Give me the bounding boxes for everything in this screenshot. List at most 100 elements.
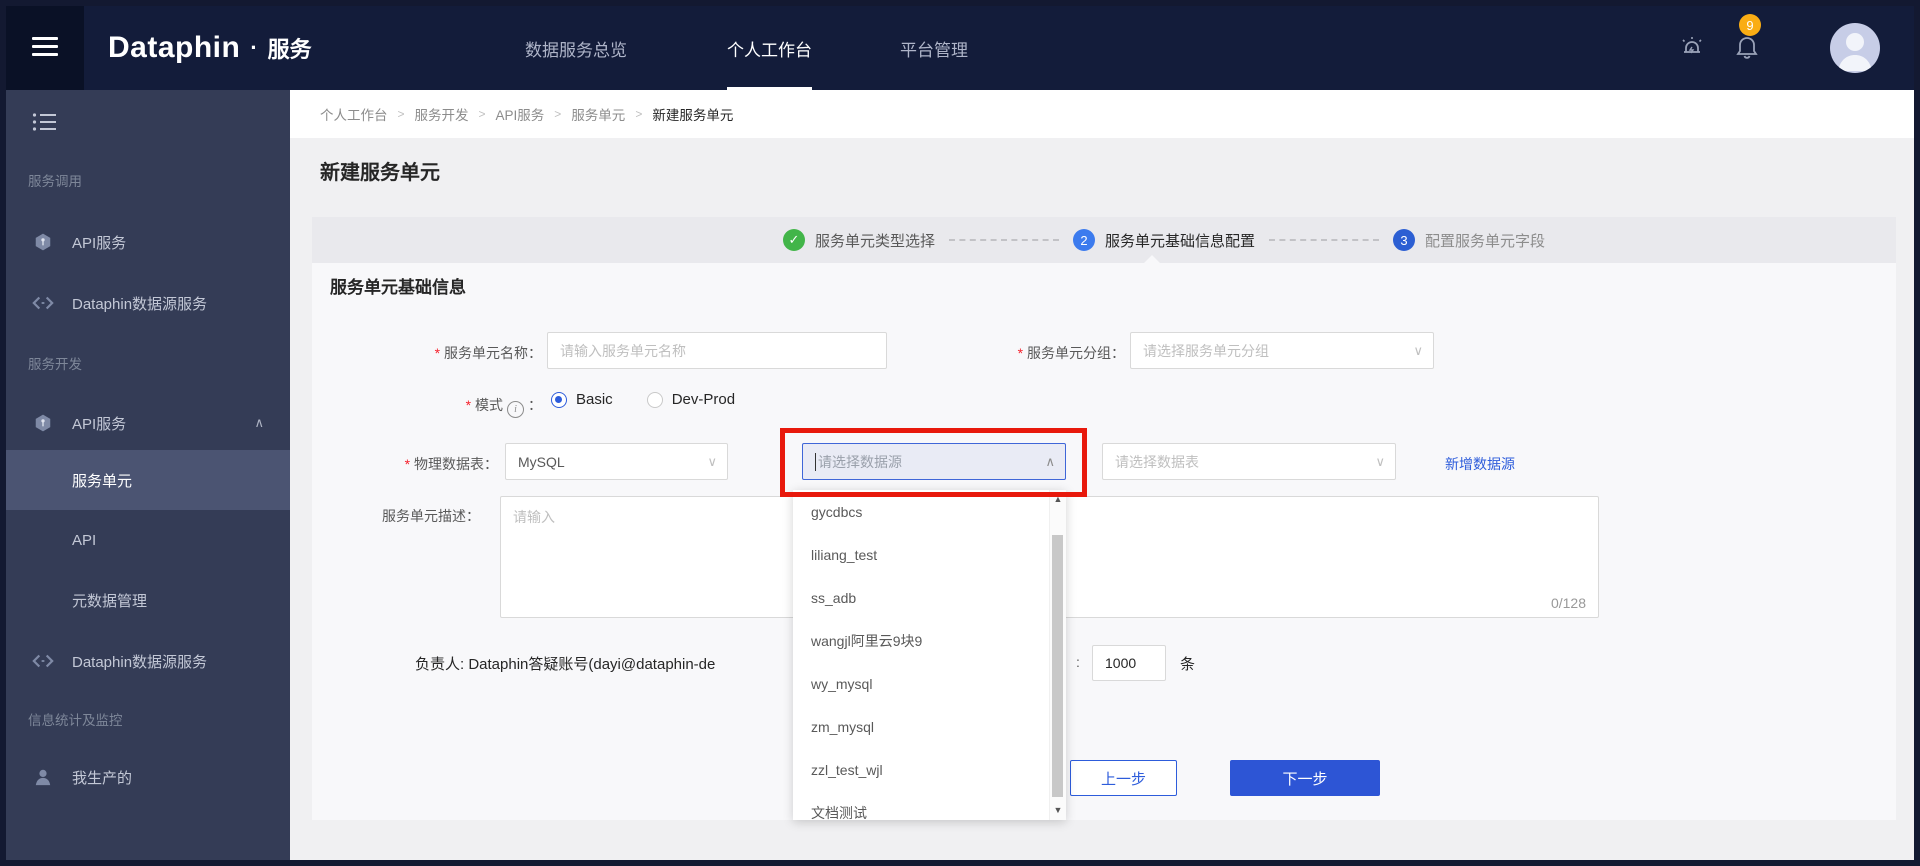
hamburger-menu-button[interactable]	[6, 6, 84, 90]
step-basic-info: 2 服务单元基础信息配置	[1072, 229, 1255, 251]
add-datasource-link[interactable]: 新增数据源	[1445, 454, 1515, 474]
limit-input[interactable]	[1092, 645, 1166, 681]
sidebar: 服务调用 API服务 Dataphin数据源服务 服务开发 API服务 ∧ 服务…	[6, 90, 290, 860]
breadcrumb-item[interactable]: 服务单元	[571, 104, 625, 124]
mode-colon: ：	[528, 397, 542, 413]
code-arrows-icon	[32, 650, 54, 672]
page-title: 新建服务单元	[320, 162, 440, 184]
step-type-selection: ✓ 服务单元类型选择	[782, 229, 935, 251]
screenshot-frame: Dataphin · 服务 数据服务总览 个人工作台 平台管理 9 服务调用 A…	[0, 0, 1920, 866]
datasource-dropdown-panel: gycdbcs liliang_test ss_adb wangjl阿里云9块9…	[793, 490, 1066, 820]
sidebar-item-label: Dataphin数据源服务	[72, 295, 208, 313]
sidebar-item-label: 元数据管理	[72, 592, 148, 610]
breadcrumb-item[interactable]: 服务开发	[415, 104, 469, 124]
sidebar-section-service-dev: 服务开发	[28, 357, 82, 372]
dropdown-option[interactable]: ss_adb	[793, 576, 1066, 619]
code-arrows-icon	[32, 292, 54, 314]
service-unit-group-select[interactable]: 请选择服务单元分组 ∨	[1130, 332, 1434, 369]
scroll-down-icon[interactable]: ▼	[1050, 805, 1066, 815]
step-label: 服务单元基础信息配置	[1104, 232, 1255, 250]
alarm-icon[interactable]	[1672, 28, 1712, 68]
dropdown-option[interactable]: zzl_test_wjl	[793, 748, 1066, 791]
mode-label: * 模式 i：	[342, 395, 542, 418]
breadcrumb-separator-icon: >	[397, 107, 405, 121]
sidebar-item-dataphin-datasource-dev[interactable]: Dataphin数据源服务	[6, 641, 290, 681]
chevron-down-icon: ∨	[1413, 342, 1423, 358]
service-unit-name-input[interactable]	[547, 332, 887, 369]
hamburger-icon	[32, 37, 58, 61]
db-type-value: MySQL	[518, 453, 565, 470]
sidebar-item-api[interactable]: API	[6, 520, 290, 560]
sidebar-item-label: 我生产的	[72, 769, 133, 787]
top-navbar: Dataphin · 服务 数据服务总览 个人工作台 平台管理 9	[6, 6, 1914, 90]
sidebar-item-label: Dataphin数据源服务	[72, 653, 208, 671]
scroll-up-icon[interactable]: ▲	[1050, 494, 1066, 504]
breadcrumb-item[interactable]: 个人工作台	[320, 104, 388, 124]
physical-table-label: 物理数据表：	[318, 454, 498, 474]
topnav-data-service-overview[interactable]: 数据服务总览	[525, 6, 627, 90]
sidebar-item-label: API服务	[72, 234, 127, 252]
step-label: 配置服务单元字段	[1425, 232, 1546, 250]
mode-label-text: 模式	[475, 397, 503, 413]
step-label: 服务单元类型选择	[814, 232, 935, 250]
next-step-button[interactable]: 下一步	[1230, 760, 1380, 796]
dropdown-option[interactable]: wangjl阿里云9块9	[793, 619, 1066, 662]
radio-basic-selected[interactable]	[551, 391, 567, 408]
sidebar-item-api-service-dev[interactable]: API服务 ∧	[6, 403, 290, 443]
sidebar-item-metadata[interactable]: 元数据管理	[6, 580, 290, 620]
prev-step-button[interactable]: 上一步	[1070, 760, 1177, 796]
notification-badge: 9	[1739, 14, 1761, 36]
breadcrumb-separator-icon: >	[554, 107, 562, 121]
steps-indicator: ✓ 服务单元类型选择 2 服务单元基础信息配置 3 配置服务单元字段	[312, 217, 1896, 263]
sidebar-item-service-unit[interactable]: 服务单元	[6, 450, 290, 510]
dropdown-option[interactable]: liliang_test	[793, 533, 1066, 576]
select-placeholder: 请选择数据表	[1115, 453, 1199, 470]
datasource-select[interactable]: 请选择数据源 ∧	[802, 443, 1066, 480]
sidebar-item-my-produced[interactable]: 我生产的	[6, 757, 290, 797]
chevron-down-icon: ∨	[1375, 453, 1385, 469]
radio-option-basic[interactable]: Basic	[551, 391, 613, 408]
user-avatar[interactable]	[1830, 23, 1880, 73]
radio-option-dev-prod[interactable]: Dev-Prod	[646, 391, 736, 408]
select-placeholder: 请选择数据源	[818, 453, 902, 470]
topnav-personal-workspace[interactable]: 个人工作台	[727, 6, 812, 90]
chevron-up-icon: ∧	[1045, 453, 1055, 469]
person-icon	[32, 766, 54, 788]
sidebar-item-label: 服务单元	[72, 472, 133, 490]
dropdown-option[interactable]: wy_mysql	[793, 662, 1066, 705]
alarm-icon-glyph	[1682, 37, 1702, 54]
datatable-select[interactable]: 请选择数据表 ∨	[1102, 443, 1396, 480]
api-hexagon-icon	[32, 231, 54, 253]
sidebar-item-api-service-call[interactable]: API服务	[6, 222, 290, 262]
chevron-up-icon: ∧	[254, 415, 264, 430]
owner-text: 负责人: Dataphin答疑账号(dayi@dataphin-de	[415, 656, 716, 673]
radio-dev-prod[interactable]	[646, 391, 663, 408]
dropdown-option[interactable]: zm_mysql	[793, 705, 1066, 748]
breadcrumb: 个人工作台 > 服务开发 > API服务 > 服务单元 > 新建服务单元	[290, 90, 1914, 138]
sidebar-collapse-button[interactable]	[28, 106, 60, 138]
topnav-platform-management[interactable]: 平台管理	[900, 6, 968, 90]
text-cursor	[815, 452, 816, 471]
sidebar-section-service-call: 服务调用	[28, 174, 82, 189]
limit-label-fragment: :	[1076, 654, 1080, 670]
step-connector	[1269, 239, 1379, 241]
dropdown-option[interactable]: gycdbcs	[793, 490, 1066, 533]
radio-basic-label: Basic	[576, 391, 613, 408]
step-configure-fields: 3 配置服务单元字段	[1393, 229, 1545, 251]
app-logo: Dataphin · 服务	[108, 6, 312, 90]
info-icon[interactable]: i	[507, 401, 524, 418]
limit-unit: 条	[1180, 656, 1196, 673]
panel-notch	[1144, 255, 1160, 263]
breadcrumb-separator-icon: >	[635, 107, 643, 121]
dropdown-scrollbar[interactable]: ▲ ▼	[1049, 490, 1066, 820]
api-hexagon-icon	[32, 412, 54, 434]
select-placeholder: 请选择服务单元分组	[1143, 342, 1269, 359]
dropdown-option[interactable]: 文档测试	[793, 791, 1066, 821]
step-number-3: 3	[1393, 229, 1415, 251]
description-label: 服务单元描述：	[382, 508, 480, 524]
radio-dev-prod-label: Dev-Prod	[671, 391, 736, 408]
db-type-select[interactable]: MySQL ∨	[505, 443, 728, 480]
breadcrumb-item[interactable]: API服务	[496, 104, 545, 124]
sidebar-item-dataphin-datasource-call[interactable]: Dataphin数据源服务	[6, 283, 290, 323]
scrollbar-thumb[interactable]	[1052, 535, 1063, 797]
